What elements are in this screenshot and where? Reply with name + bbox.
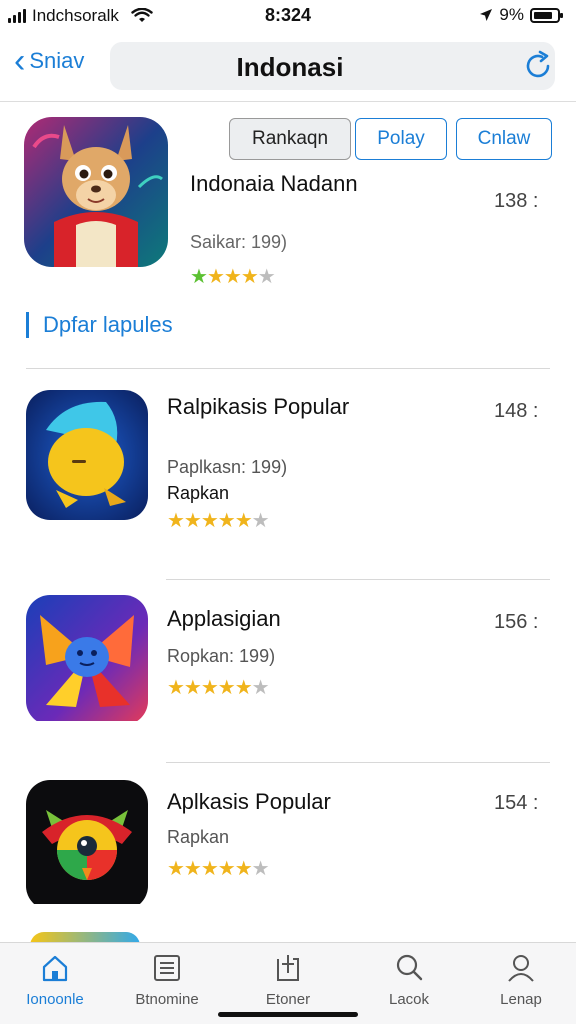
page-title: Indonasi xyxy=(236,52,344,82)
ninja-bird-icon xyxy=(26,780,148,910)
battery-percent: 9% xyxy=(499,5,524,24)
download-icon xyxy=(277,955,299,981)
app-size: 148 : xyxy=(494,400,539,422)
profile-icon xyxy=(508,955,534,982)
app-rating-stars: ★★★★★★ xyxy=(167,858,270,880)
status-right: 9% xyxy=(479,5,563,25)
app-rating-stars: ★★★★★★ xyxy=(167,510,270,532)
app-size: 154 : xyxy=(494,792,539,814)
back-label: Sniav xyxy=(29,48,85,73)
tab-list[interactable]: Btnomine xyxy=(112,951,222,1008)
list-item[interactable]: Ralpikasis Popular Paplkasn: 199) Rapkan… xyxy=(0,388,576,578)
refresh-icon[interactable] xyxy=(520,48,556,84)
tab-label: Btnomine xyxy=(135,991,199,1008)
list-item[interactable]: Aplkasis Popular Rapkan ★★★★★★ 154 : xyxy=(0,778,576,928)
app-name: Ralpikasis Popular xyxy=(167,394,350,419)
back-button[interactable]: ‹ Sniav xyxy=(14,42,85,80)
featured-app-size: 138 : xyxy=(494,190,539,212)
home-indicator xyxy=(218,1012,358,1017)
tab-label: Lenap xyxy=(500,991,542,1008)
app-size: 156 : xyxy=(494,611,539,633)
tab-label: Etoner xyxy=(265,991,311,1008)
status-bar: Indchsoralk 8:324 9% xyxy=(0,0,576,32)
featured-app-subtitle: Saikar: 199) xyxy=(190,232,288,252)
tab-download[interactable]: Etoner xyxy=(233,951,343,1008)
tab-search[interactable]: Lacok xyxy=(354,951,464,1008)
app-meta: Rapkan xyxy=(167,827,230,847)
featured-app-title[interactable]: Indonaia Nadann xyxy=(190,172,470,196)
battery-icon xyxy=(530,7,563,23)
kangaroo-character-icon[interactable] xyxy=(24,117,168,267)
segment-play[interactable]: Polay xyxy=(355,118,447,160)
segment-new[interactable]: Cnlaw xyxy=(456,118,552,160)
app-rating-stars: ★★★★★★ xyxy=(167,677,270,699)
blue-star-face-icon xyxy=(26,595,148,725)
featured-rating-stars: ★★★★★ xyxy=(190,266,276,288)
tab-home[interactable]: Ionoonle xyxy=(0,951,110,1008)
list-item[interactable]: Applasigian Ropkan: 199) ★★★★★★ 156 : xyxy=(0,595,576,760)
app-meta: Paplkasn: 199) xyxy=(167,457,288,477)
home-icon xyxy=(42,955,68,982)
tab-profile[interactable]: Lenap xyxy=(466,951,576,1008)
location-arrow-icon xyxy=(480,9,493,21)
search-icon xyxy=(396,954,423,981)
tab-label: Lacok xyxy=(388,991,430,1008)
divider xyxy=(166,579,550,580)
divider xyxy=(26,368,550,369)
divider xyxy=(166,762,550,763)
app-name: Applasigian xyxy=(167,606,281,631)
app-name: Aplkasis Popular xyxy=(167,789,331,814)
yellow-blob-icon xyxy=(26,390,148,520)
list-icon xyxy=(154,955,180,981)
section-header: Dpfar lapules xyxy=(26,312,173,338)
navigation-bar: ‹ Sniav Indonasi xyxy=(0,32,576,102)
tab-label: Ionoonle xyxy=(26,991,84,1008)
chevron-left-icon: ‹ xyxy=(14,42,26,80)
segment-ranking[interactable]: Rankaqn xyxy=(229,118,351,160)
app-meta-secondary: Rapkan xyxy=(167,483,230,503)
app-meta: Ropkan: 199) xyxy=(167,646,276,666)
